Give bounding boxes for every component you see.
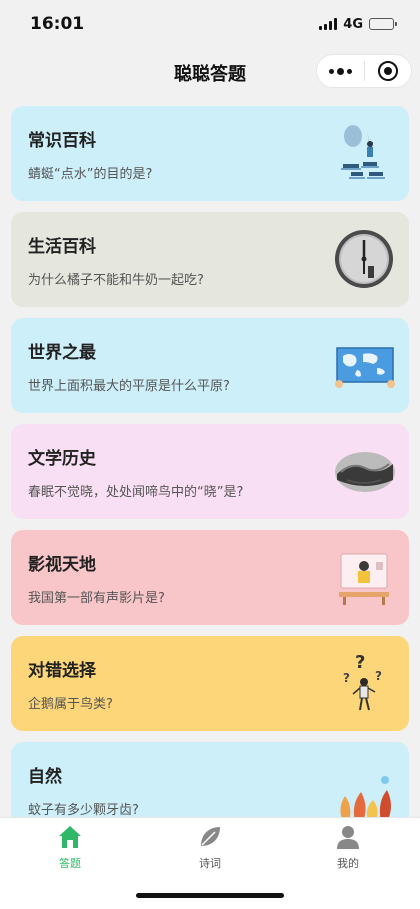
great-wall-illustration-icon xyxy=(335,452,395,492)
tab-label: 诗词 xyxy=(199,857,221,870)
person-on-stones-illustration-icon xyxy=(341,125,385,179)
more-dots-icon xyxy=(328,67,352,75)
world-map-illustration-icon xyxy=(335,347,395,388)
home-icon xyxy=(59,826,81,848)
status-time: 16:01 xyxy=(30,14,85,34)
tab-profile[interactable]: 我的 xyxy=(318,824,378,871)
question-marks-illustration-icon: ? ? ? xyxy=(343,652,382,711)
close-target-icon xyxy=(377,61,398,81)
leaf-icon xyxy=(201,827,220,846)
card-question: 春眠不觉晓，处处闻啼鸟中的“晓”是? xyxy=(28,485,244,500)
card-title: 常识百科 xyxy=(28,131,96,151)
network-label: 4G xyxy=(343,16,363,32)
card-title: 文学历史 xyxy=(28,449,96,469)
card-title: 世界之最 xyxy=(28,343,96,363)
card-title: 对错选择 xyxy=(28,661,96,681)
signal-icon xyxy=(319,18,338,30)
svg-text:?: ? xyxy=(375,669,382,683)
mini-program-capsule xyxy=(316,54,412,88)
category-card-world-records[interactable]: 世界之最 世界上面积最大的平原是什么平原? xyxy=(11,318,409,413)
svg-text:?: ? xyxy=(343,671,350,685)
card-question: 我国第一部有声影片是? xyxy=(28,591,165,606)
clock-illustration-icon xyxy=(335,230,393,288)
tab-label: 答题 xyxy=(59,857,81,870)
home-indicator xyxy=(136,893,284,898)
tab-quiz[interactable]: 答题 xyxy=(40,824,100,871)
video-call-illustration-icon xyxy=(339,553,389,605)
close-mini-program-button[interactable] xyxy=(364,54,411,88)
tab-label: 我的 xyxy=(337,857,359,870)
card-title: 自然 xyxy=(28,767,62,787)
card-question: 蜻蜓“点水”的目的是? xyxy=(28,167,153,182)
svg-text:?: ? xyxy=(355,652,365,673)
card-question: 世界上面积最大的平原是什么平原? xyxy=(28,379,230,394)
tab-poetry[interactable]: 诗词 xyxy=(180,824,240,871)
card-title: 影视天地 xyxy=(28,555,96,575)
more-button[interactable] xyxy=(317,54,364,88)
category-list: 常识百科 蜻蜓“点水”的目的是? 生活百科 为什么橘子不能和牛奶一起吃? 世界之… xyxy=(11,106,409,848)
card-question: 为什么橘子不能和牛奶一起吃? xyxy=(28,273,204,288)
card-title: 生活百科 xyxy=(28,237,96,257)
category-card-film-tv[interactable]: 影视天地 我国第一部有声影片是? xyxy=(11,530,409,625)
status-bar: 16:01 4G xyxy=(0,0,420,48)
card-question: 企鹅属于鸟类? xyxy=(28,697,113,712)
status-indicators: 4G xyxy=(319,16,397,32)
category-card-true-false[interactable]: 对错选择 企鹅属于鸟类? ? ? ? xyxy=(11,636,409,731)
category-card-general[interactable]: 常识百科 蜻蜓“点水”的目的是? xyxy=(11,106,409,201)
category-card-literature-history[interactable]: 文学历史 春眠不觉晓，处处闻啼鸟中的“晓”是? xyxy=(11,424,409,519)
card-question: 蚊子有多少颗牙齿? xyxy=(28,803,139,818)
user-icon xyxy=(337,826,359,849)
nav-bar: 聪聪答题 xyxy=(0,48,420,96)
battery-icon xyxy=(369,18,397,30)
category-card-life[interactable]: 生活百科 为什么橘子不能和牛奶一起吃? xyxy=(11,212,409,307)
